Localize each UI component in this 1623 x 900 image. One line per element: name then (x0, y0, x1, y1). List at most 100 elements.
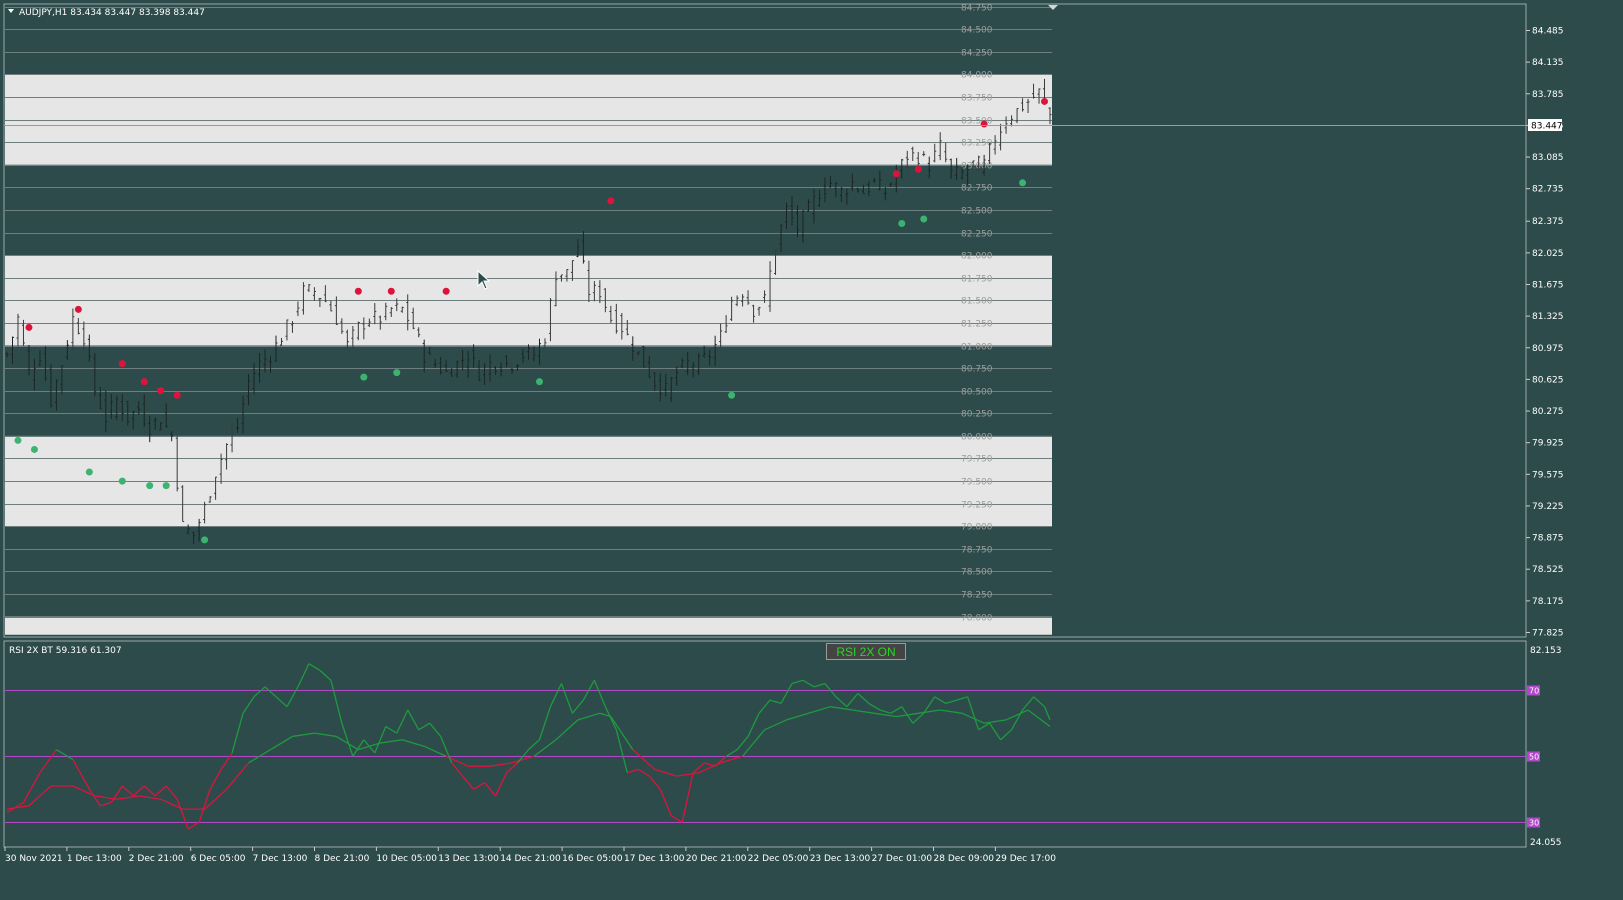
rsi-level-label: 50 (1529, 753, 1539, 762)
price-band (5, 616, 1052, 635)
time-axis-label: 14 Dec 21:00 (500, 854, 561, 864)
sell-signal-dot (140, 378, 148, 386)
price-axis-label: 77.825 (1532, 629, 1564, 639)
time-axis-label: 23 Dec 13:00 (810, 854, 871, 864)
price-axis-label: 84.135 (1532, 58, 1564, 68)
sell-signal-dot (173, 391, 181, 399)
rsi-title: RSI 2X BT 59.316 61.307 (9, 646, 122, 656)
time-axis-label: 29 Dec 17:00 (995, 854, 1056, 864)
sell-signal-dot (25, 323, 33, 331)
level-label: 80.750 (961, 365, 993, 375)
time-axis-label: 30 Nov 2021 (5, 854, 63, 864)
price-axis-label: 82.735 (1532, 185, 1564, 195)
buy-signal-dot (393, 369, 401, 377)
level-label: 81.750 (961, 275, 993, 285)
buy-signal-dot (898, 219, 906, 227)
price-axis-label: 78.525 (1532, 565, 1564, 575)
price-axis-label: 80.275 (1532, 407, 1564, 417)
time-axis-label: 1 Dec 13:00 (67, 854, 122, 864)
level-label: 82.000 (961, 252, 993, 262)
time-axis-label: 7 Dec 13:00 (253, 854, 308, 864)
time-axis-label: 16 Dec 05:00 (562, 854, 623, 864)
level-label: 78.500 (961, 568, 993, 578)
buy-signal-dot (30, 445, 38, 453)
price-axis-label: 79.925 (1532, 439, 1564, 449)
buy-signal-dot (728, 391, 736, 399)
time-axis-label: 6 Dec 05:00 (191, 854, 246, 864)
time-axis-label: 17 Dec 13:00 (624, 854, 685, 864)
time-axis-label: 2 Dec 21:00 (129, 854, 184, 864)
price-axis-label: 83.785 (1532, 90, 1564, 100)
rsi-toggle-button[interactable]: RSI 2X ON (826, 643, 906, 660)
sell-signal-dot (387, 287, 395, 295)
buy-signal-dot (146, 482, 154, 490)
current-price-label: 83.447 (1531, 122, 1563, 132)
price-axis-label: 81.325 (1532, 312, 1564, 322)
price-axis-label: 82.025 (1532, 249, 1564, 259)
price-axis-label: 79.575 (1532, 470, 1564, 480)
level-label: 79.500 (961, 478, 993, 488)
price-axis-label: 80.975 (1532, 344, 1564, 354)
level-label: 81.500 (961, 297, 993, 307)
price-axis-label: 84.485 (1532, 27, 1564, 37)
level-label: 83.750 (961, 94, 993, 104)
sell-signal-dot (442, 287, 450, 295)
level-label: 83.000 (961, 162, 993, 172)
price-axis-label: 82.375 (1532, 217, 1564, 227)
sell-signal-dot (914, 165, 922, 173)
buy-signal-dot (535, 378, 543, 386)
sell-signal-dot (354, 287, 362, 295)
chart-svg: 84.75084.50084.25084.00083.75083.50083.2… (0, 0, 1567, 869)
rsi-axis-label: 82.153 (1530, 646, 1562, 656)
level-label: 83.250 (961, 139, 993, 149)
level-label: 81.250 (961, 320, 993, 330)
level-label: 79.250 (961, 501, 993, 511)
price-axis-label: 80.625 (1532, 375, 1564, 385)
level-label: 80.000 (961, 433, 993, 443)
main-title: AUDJPY,H1 83.434 83.447 83.398 83.447 (19, 8, 205, 18)
level-label: 82.750 (961, 184, 993, 194)
buy-signal-dot (360, 373, 368, 381)
rsi-axis-label: 24.055 (1530, 838, 1562, 848)
time-axis-label: 22 Dec 05:00 (748, 854, 809, 864)
level-label: 80.500 (961, 388, 993, 398)
rsi-level-label: 70 (1529, 687, 1539, 696)
price-axis-label: 78.175 (1532, 597, 1564, 607)
level-label: 78.250 (961, 591, 993, 601)
level-label: 84.250 (961, 49, 993, 59)
sell-signal-dot (74, 305, 82, 313)
time-axis-label: 27 Dec 01:00 (872, 854, 933, 864)
sell-signal-dot (1041, 97, 1049, 105)
level-label: 79.750 (961, 455, 993, 465)
level-label: 79.000 (961, 523, 993, 533)
level-label: 82.250 (961, 230, 993, 240)
time-axis-label: 28 Dec 09:00 (934, 854, 995, 864)
level-label: 82.500 (961, 207, 993, 217)
buy-signal-dot (85, 468, 93, 476)
level-label: 81.000 (961, 343, 993, 353)
time-axis-label: 8 Dec 21:00 (315, 854, 370, 864)
level-label: 78.000 (961, 614, 993, 624)
time-axis-label: 20 Dec 21:00 (686, 854, 747, 864)
rsi-level-label: 30 (1529, 819, 1539, 828)
price-axis-label: 79.225 (1532, 502, 1564, 512)
level-label: 80.250 (961, 410, 993, 420)
price-axis-label: 83.085 (1532, 153, 1564, 163)
sell-signal-dot (980, 120, 988, 128)
sell-signal-dot (118, 360, 126, 368)
sell-signal-dot (607, 197, 615, 205)
buy-signal-dot (14, 436, 22, 444)
sell-signal-dot (892, 170, 900, 178)
buy-signal-dot (201, 536, 209, 544)
level-label: 84.500 (961, 26, 993, 36)
time-axis-label: 13 Dec 13:00 (438, 854, 499, 864)
buy-signal-dot (162, 482, 170, 490)
level-label: 78.750 (961, 546, 993, 556)
sell-signal-dot (157, 387, 165, 395)
price-axis-label: 81.675 (1532, 280, 1564, 290)
buy-signal-dot (920, 215, 928, 223)
time-axis-label: 10 Dec 05:00 (376, 854, 437, 864)
buy-signal-dot (1019, 179, 1027, 187)
buy-signal-dot (118, 477, 126, 485)
price-axis-label: 78.875 (1532, 534, 1564, 544)
